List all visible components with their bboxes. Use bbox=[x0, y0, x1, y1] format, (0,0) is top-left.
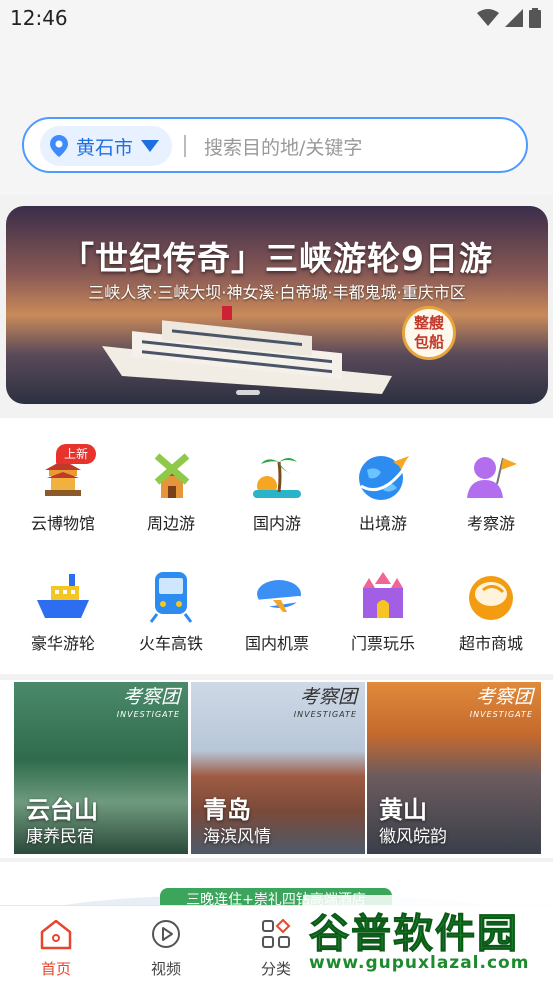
card-tag-sub: INVESTIGATE bbox=[469, 710, 533, 719]
card-tag-sub: INVESTIGATE bbox=[293, 710, 357, 719]
search-divider bbox=[184, 135, 186, 157]
palm-tree-icon bbox=[253, 458, 301, 498]
card-subtitle: 海滨风情 bbox=[203, 827, 271, 847]
airplane-icon bbox=[255, 580, 302, 612]
category-outbound[interactable]: 出境游 bbox=[328, 448, 438, 534]
home-icon bbox=[40, 919, 72, 950]
play-icon bbox=[152, 920, 180, 948]
card-subtitle: 徽风皖韵 bbox=[379, 827, 447, 847]
card-title: 黄山 bbox=[379, 796, 427, 824]
watermark: 谷普软件园 www.gupuxlazal.com bbox=[303, 895, 553, 983]
category-label: 火车高铁 bbox=[138, 634, 203, 653]
card-subtitle: 康养民宿 bbox=[26, 827, 94, 847]
category-label: 云博物馆 bbox=[30, 514, 95, 533]
card-tag: 考察团 INVESTIGATE bbox=[294, 688, 357, 724]
destination-card[interactable]: 考察团 INVESTIGATE 青岛 海滨风情 bbox=[191, 682, 365, 854]
train-icon bbox=[149, 572, 193, 623]
charter-badge-line1: 整艘 bbox=[413, 314, 444, 332]
category-domestic[interactable]: 国内游 bbox=[222, 448, 332, 534]
watermark-url: www.gupuxlazal.com bbox=[309, 953, 530, 973]
card-title: 云台山 bbox=[26, 796, 98, 824]
destination-card[interactable]: 考察团 INVESTIGATE 黄山 徽风皖韵 bbox=[367, 682, 541, 854]
watermark-name: 谷普软件园 bbox=[309, 911, 519, 958]
category-label: 门票玩乐 bbox=[350, 634, 415, 653]
category-label: 考察游 bbox=[466, 514, 515, 533]
banner-title: 「世纪传奇」三峡游轮9日游 bbox=[61, 239, 493, 278]
wifi-icon bbox=[477, 9, 499, 26]
category-label: 豪华游轮 bbox=[30, 634, 95, 653]
destination-card[interactable]: 考察团 INVESTIGATE 云台山 康养民宿 bbox=[14, 682, 188, 854]
category-nearby[interactable]: 周边游 bbox=[116, 448, 226, 534]
tab-label: 视频 bbox=[150, 960, 181, 978]
category-label: 超市商城 bbox=[458, 634, 523, 653]
windmill-icon bbox=[154, 453, 190, 498]
tab-home[interactable]: 首页 bbox=[16, 918, 96, 979]
chevron-down-icon bbox=[141, 140, 160, 152]
category-label: 出境游 bbox=[358, 514, 407, 533]
signal-icon bbox=[505, 9, 523, 27]
card-tag-text: 考察团 bbox=[299, 686, 357, 708]
tab-label: 首页 bbox=[40, 960, 71, 978]
category-train[interactable]: 火车高铁 bbox=[116, 568, 226, 654]
card-tag-text: 考察团 bbox=[122, 686, 180, 708]
category-label: 国内游 bbox=[252, 514, 301, 533]
charter-badge-line2: 包船 bbox=[413, 333, 444, 351]
new-badge: 上新 bbox=[56, 444, 96, 464]
category-mall[interactable]: 超市商城 bbox=[436, 568, 546, 654]
carousel-indicator bbox=[236, 390, 260, 395]
castle-icon bbox=[363, 572, 403, 618]
tab-video[interactable]: 视频 bbox=[126, 918, 206, 979]
category-tickets[interactable]: 门票玩乐 bbox=[328, 568, 438, 654]
banner-subtitle: 三峡人家·三峡大坝·神女溪·白帝城·丰都鬼城·重庆市区 bbox=[88, 283, 466, 302]
category-cruise[interactable]: 豪华游轮 bbox=[8, 568, 118, 654]
destination-cards: 考察团 INVESTIGATE 云台山 康养民宿 考察团 INVESTIGATE 青… bbox=[0, 680, 553, 858]
status-bar: 12:46 bbox=[0, 0, 553, 40]
card-tag-text: 考察团 bbox=[475, 686, 533, 708]
search-bar[interactable]: 黄石市 搜索目的地/关键字 bbox=[22, 117, 528, 173]
coconut-icon bbox=[469, 576, 513, 620]
category-inspection[interactable]: 考察游 bbox=[436, 448, 546, 534]
search-input[interactable]: 搜索目的地/关键字 bbox=[204, 133, 362, 160]
card-tag-sub: INVESTIGATE bbox=[116, 710, 180, 719]
category-grid-icon bbox=[262, 918, 291, 948]
card-tag: 考察团 INVESTIGATE bbox=[470, 688, 533, 724]
category-flights[interactable]: 国内机票 bbox=[222, 568, 332, 654]
city-selector[interactable]: 黄石市 bbox=[40, 126, 172, 166]
cruise-ship-icon bbox=[37, 574, 89, 618]
card-title: 青岛 bbox=[203, 796, 251, 824]
cruise-ship-illustration bbox=[102, 306, 392, 394]
globe-plane-icon bbox=[359, 456, 409, 500]
city-name: 黄石市 bbox=[76, 136, 134, 159]
category-label: 国内机票 bbox=[244, 634, 309, 653]
card-tag: 考察团 INVESTIGATE bbox=[117, 688, 180, 724]
status-time: 12:46 bbox=[10, 6, 68, 30]
promo-banner[interactable]: 「世纪传奇」三峡游轮9日游 三峡人家·三峡大坝·神女溪·白帝城·丰都鬼城·重庆市… bbox=[6, 206, 548, 404]
category-label: 周边游 bbox=[146, 514, 195, 533]
person-flag-icon bbox=[467, 457, 517, 498]
charter-badge: 整艘 包船 bbox=[402, 306, 456, 360]
location-pin-icon bbox=[50, 135, 68, 157]
battery-icon bbox=[529, 8, 541, 28]
